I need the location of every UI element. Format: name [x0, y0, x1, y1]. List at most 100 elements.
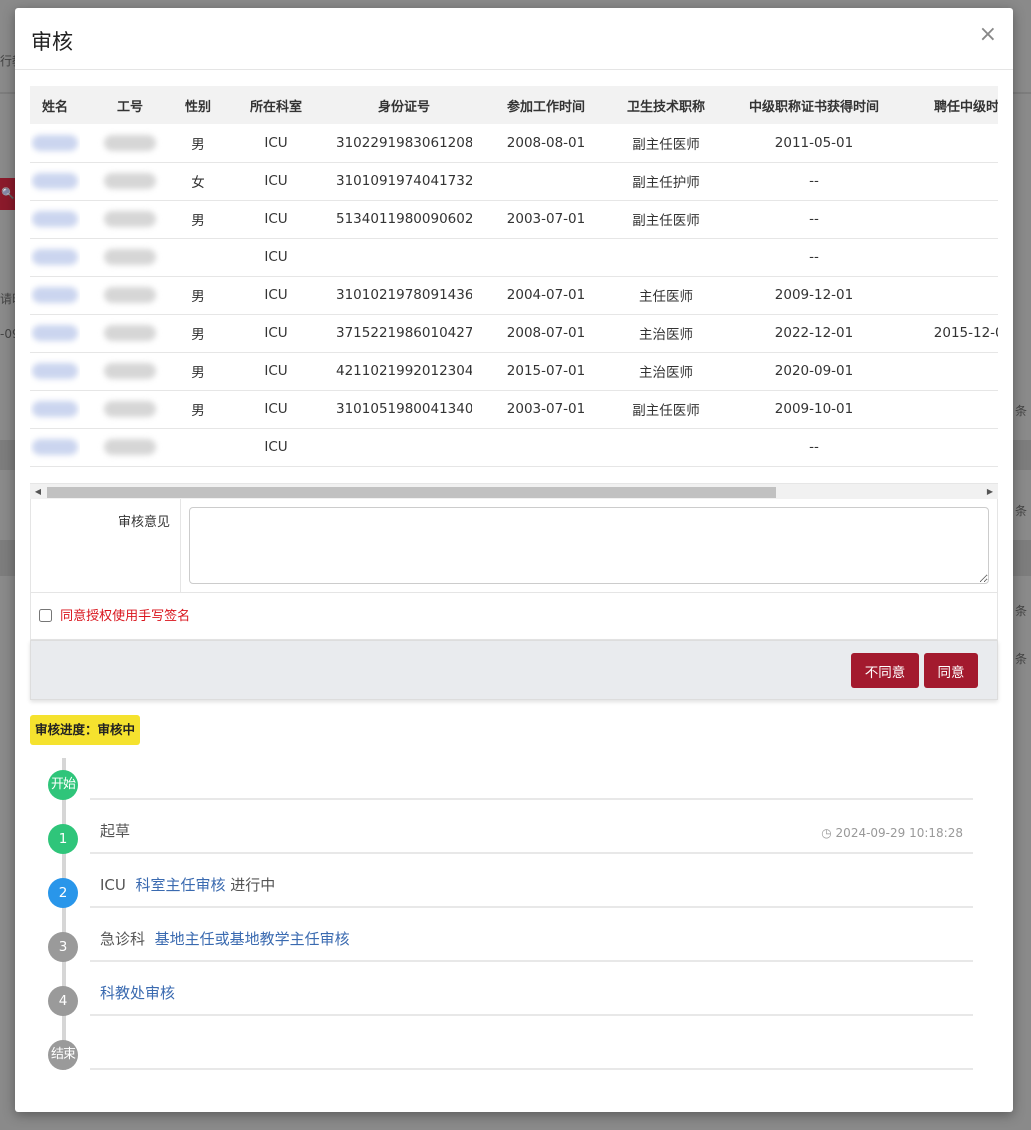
- cell-work-start: [472, 428, 620, 466]
- review-comment-textarea[interactable]: [189, 507, 989, 584]
- redacted-employee-id: [104, 249, 156, 265]
- cell-work-start: 2004-07-01: [506, 287, 586, 303]
- table-row[interactable]: 男 ICU 421102199201230434 2015-07-01 主治医师 2020…: [30, 352, 998, 390]
- redacted-name: [32, 363, 78, 379]
- cell-name: [30, 200, 80, 238]
- background-search-button: 🔍: [0, 178, 16, 210]
- background-text: 条: [1015, 404, 1028, 418]
- column-header-cert-date[interactable]: 中级职称证书获得时间: [712, 86, 916, 124]
- timeline-step-link[interactable]: 基地主任或基地教学主任审核: [155, 930, 350, 948]
- progress-status-badge: 审核进度：审核中: [30, 715, 141, 745]
- timeline-end: 结束: [30, 1028, 998, 1082]
- redacted-employee-id: [104, 325, 156, 341]
- horizontal-scrollbar[interactable]: ◀ ▶: [30, 483, 998, 499]
- redacted-name: [32, 287, 78, 303]
- table-row[interactable]: 男 ICU 37152219860104273X 2008-07-01 主治医师 2022…: [30, 314, 998, 352]
- signature-label[interactable]: 同意授权使用手写签名: [60, 609, 190, 624]
- cell-hire-date: [916, 276, 998, 314]
- review-form: 审核意见 同意授权使用手写签名: [30, 499, 998, 640]
- scrollbar-thumb[interactable]: [47, 487, 776, 498]
- scroll-left-arrow-icon[interactable]: ◀: [30, 484, 46, 500]
- cell-id-number: 310102197809143616: [336, 287, 472, 303]
- timeline-start-node: 开始: [48, 770, 78, 800]
- cell-gender: 男: [191, 403, 205, 419]
- cell-tech-title: 副主任护师: [632, 175, 700, 191]
- column-header-name[interactable]: 姓名: [30, 86, 80, 124]
- column-header-gender[interactable]: 性别: [180, 86, 216, 124]
- column-header-employee-id[interactable]: 工号: [80, 86, 180, 124]
- cell-employee-id: [80, 428, 180, 466]
- table-row[interactable]: 男 ICU 513401198009060235 2003-07-01 副主任医师 --: [30, 200, 998, 238]
- timeline-step-link[interactable]: 科教处审核: [100, 984, 175, 1002]
- cell-id-number: [336, 238, 472, 276]
- reject-button[interactable]: 不同意: [851, 653, 919, 688]
- cell-hire-date: [916, 352, 998, 390]
- table-row[interactable]: 男 ICU 310105198004134011 2003-07-01 副主任医师 200…: [30, 390, 998, 428]
- timeline-start: 开始: [30, 758, 998, 812]
- approve-button[interactable]: 同意: [924, 653, 978, 688]
- timeline-step-link[interactable]: 科室主任审核: [135, 876, 225, 894]
- signature-checkbox[interactable]: [39, 609, 52, 622]
- cell-department: ICU: [264, 401, 288, 417]
- cell-tech-title: 副主任医师: [632, 213, 700, 229]
- table-row[interactable]: 男 ICU 310102197809143616 2004-07-01 主任医师 2009…: [30, 276, 998, 314]
- staff-table: 姓名 工号 性别 所在科室 身份证号 参加工作时间 卫生技术职称 中级职称证书获…: [30, 86, 998, 467]
- cell-name: [30, 276, 80, 314]
- background-text: 条: [1015, 604, 1028, 618]
- cell-tech-title: 副主任医师: [632, 403, 700, 419]
- table-row[interactable]: 女 ICU 310109197404173221 副主任护师 --: [30, 162, 998, 200]
- cell-work-start: [472, 162, 620, 200]
- table-row[interactable]: ICU --: [30, 238, 998, 276]
- redacted-name: [32, 211, 78, 227]
- cell-cert-date: 2022-12-01: [774, 325, 854, 341]
- table-body: 男 ICU 310229198306120818 2008-08-01 副主任医师 201…: [30, 124, 998, 466]
- review-comment-cell: [181, 499, 997, 592]
- redacted-name: [32, 401, 78, 417]
- cell-tech-title: 副主任医师: [632, 136, 700, 153]
- scroll-right-arrow-icon[interactable]: ▶: [982, 484, 998, 500]
- table-row[interactable]: 男 ICU 310229198306120818 2008-08-01 副主任医师 201…: [30, 124, 998, 162]
- redacted-employee-id: [104, 134, 156, 151]
- cell-cert-date: --: [809, 173, 819, 189]
- timeline-start-card: [90, 758, 973, 800]
- close-button[interactable]: ×: [979, 22, 997, 47]
- cell-gender: 男: [191, 136, 205, 153]
- cell-id-number: 310105198004134011: [336, 401, 472, 417]
- table-row[interactable]: ICU --: [30, 428, 998, 466]
- timeline-step-dept: 起草: [100, 822, 131, 840]
- cell-department: ICU: [264, 173, 288, 189]
- table-header-row: 姓名 工号 性别 所在科室 身份证号 参加工作时间 卫生技术职称 中级职称证书获…: [30, 86, 998, 124]
- timeline-step-number: 2: [48, 878, 78, 908]
- cell-work-start: 2003-07-01: [506, 211, 586, 227]
- cell-work-start: [472, 238, 620, 276]
- column-header-id-number[interactable]: 身份证号: [336, 86, 472, 124]
- column-header-work-start[interactable]: 参加工作时间: [472, 86, 620, 124]
- cell-employee-id: [80, 352, 180, 390]
- column-header-tech-title[interactable]: 卫生技术职称: [620, 86, 712, 124]
- background-text: 条: [1015, 652, 1028, 666]
- cell-gender: 男: [191, 289, 205, 305]
- background-text: 条: [1015, 504, 1028, 518]
- cell-department: ICU: [264, 211, 288, 227]
- staff-table-container[interactable]: 姓名 工号 性别 所在科室 身份证号 参加工作时间 卫生技术职称 中级职称证书获…: [30, 86, 998, 500]
- cell-hire-date: [916, 238, 998, 276]
- cell-cert-date: --: [809, 439, 819, 455]
- cell-work-start: 2008-08-01: [506, 134, 586, 151]
- redacted-name: [32, 439, 78, 455]
- timeline-step-dept: 急诊科: [100, 930, 146, 948]
- cell-cert-date: 2009-10-01: [774, 401, 854, 417]
- timeline-step-number: 3: [48, 932, 78, 962]
- cell-tech-title: 主任医师: [639, 289, 693, 305]
- modal-header: 审核 ×: [15, 8, 1013, 70]
- column-header-hire-date[interactable]: 聘任中级时间: [916, 86, 998, 124]
- cell-name: [30, 314, 80, 352]
- cell-tech-title: 主治医师: [639, 365, 693, 381]
- timeline-step-card: 起草 ◷ 2024-09-29 10:18:28: [90, 812, 973, 854]
- cell-employee-id: [80, 124, 180, 162]
- redacted-employee-id: [104, 363, 156, 379]
- column-header-department[interactable]: 所在科室: [216, 86, 336, 124]
- cell-work-start: 2003-07-01: [506, 401, 586, 417]
- timeline-step: 3 急诊科 基地主任或基地教学主任审核: [30, 920, 998, 974]
- cell-hire-date: [916, 428, 998, 466]
- cell-gender: [180, 428, 216, 466]
